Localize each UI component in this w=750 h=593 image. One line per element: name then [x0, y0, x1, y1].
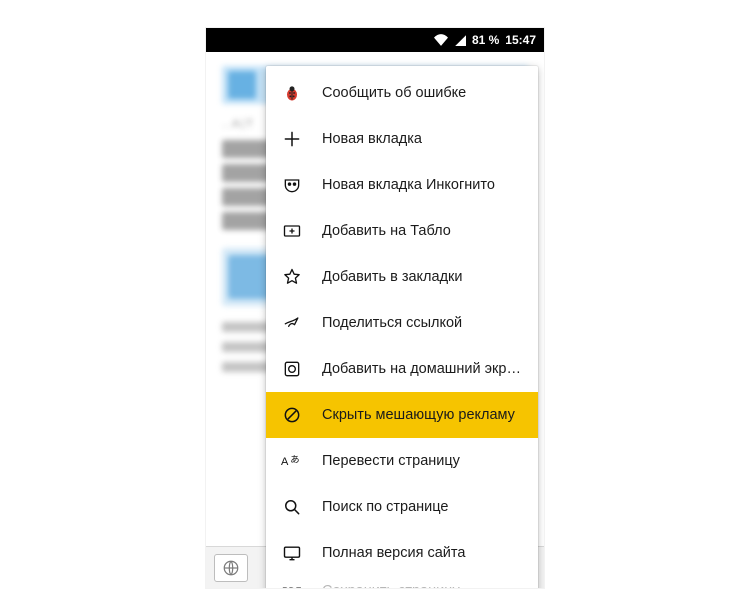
menu-item-label: Поделиться ссылкой	[322, 315, 524, 331]
translate-icon: A あ	[280, 449, 304, 473]
menu-item-hide-ads[interactable]: Скрыть мешающую рекламу	[266, 392, 538, 438]
menu-item-label: Сохранить страницу	[322, 583, 524, 588]
menu-item-label: Добавить на домашний экр…	[322, 361, 524, 377]
tableau-icon	[280, 219, 304, 243]
menu-item-add-homescreen[interactable]: Добавить на домашний экр…	[266, 346, 538, 392]
menu-item-desktop-site[interactable]: Полная версия сайта	[266, 530, 538, 576]
menu-item-find-in-page[interactable]: Поиск по странице	[266, 484, 538, 530]
menu-item-label: Полная версия сайта	[322, 545, 524, 561]
clock-text: 15:47	[505, 33, 536, 47]
home-add-icon	[280, 357, 304, 381]
phone-frame: 81 % 15:47 ..A|T Сх Пр Пе Ит	[206, 28, 544, 588]
svg-text:あ: あ	[290, 455, 299, 465]
menu-item-label: Новая вкладка Инкогнито	[322, 177, 524, 193]
menu-item-add-tableau[interactable]: Добавить на Табло	[266, 208, 538, 254]
plus-icon	[280, 127, 304, 151]
block-icon	[280, 403, 304, 427]
desktop-icon	[280, 541, 304, 565]
browser-menu: Сообщить об ошибке Новая вкладка	[266, 66, 538, 588]
menu-item-save-page[interactable]: PDF Сохранить страницу	[266, 576, 538, 588]
menu-item-label: Новая вкладка	[322, 131, 524, 147]
mask-icon	[280, 173, 304, 197]
wifi-icon	[434, 34, 448, 46]
pdf-icon: PDF	[280, 579, 304, 588]
svg-text:A: A	[281, 456, 289, 468]
bug-icon	[280, 81, 304, 105]
globe-button[interactable]	[214, 554, 248, 582]
battery-text: 81 %	[472, 33, 499, 47]
menu-item-new-tab[interactable]: Новая вкладка	[266, 116, 538, 162]
menu-item-label: Сообщить об ошибке	[322, 85, 524, 101]
menu-item-report-bug[interactable]: Сообщить об ошибке	[266, 70, 538, 116]
menu-item-translate[interactable]: A あ Перевести страницу	[266, 438, 538, 484]
menu-item-label: Поиск по странице	[322, 499, 524, 515]
menu-item-label: Перевести страницу	[322, 453, 524, 469]
share-icon	[280, 311, 304, 335]
menu-item-new-incognito-tab[interactable]: Новая вкладка Инкогнито	[266, 162, 538, 208]
menu-item-label: Добавить на Табло	[322, 223, 524, 239]
menu-item-share-link[interactable]: Поделиться ссылкой	[266, 300, 538, 346]
search-icon	[280, 495, 304, 519]
signal-icon	[454, 34, 466, 46]
star-icon	[280, 265, 304, 289]
menu-item-label: Добавить в закладки	[322, 269, 524, 285]
android-status-bar: 81 % 15:47	[206, 28, 544, 52]
menu-item-add-bookmark[interactable]: Добавить в закладки	[266, 254, 538, 300]
menu-item-label: Скрыть мешающую рекламу	[322, 407, 524, 423]
